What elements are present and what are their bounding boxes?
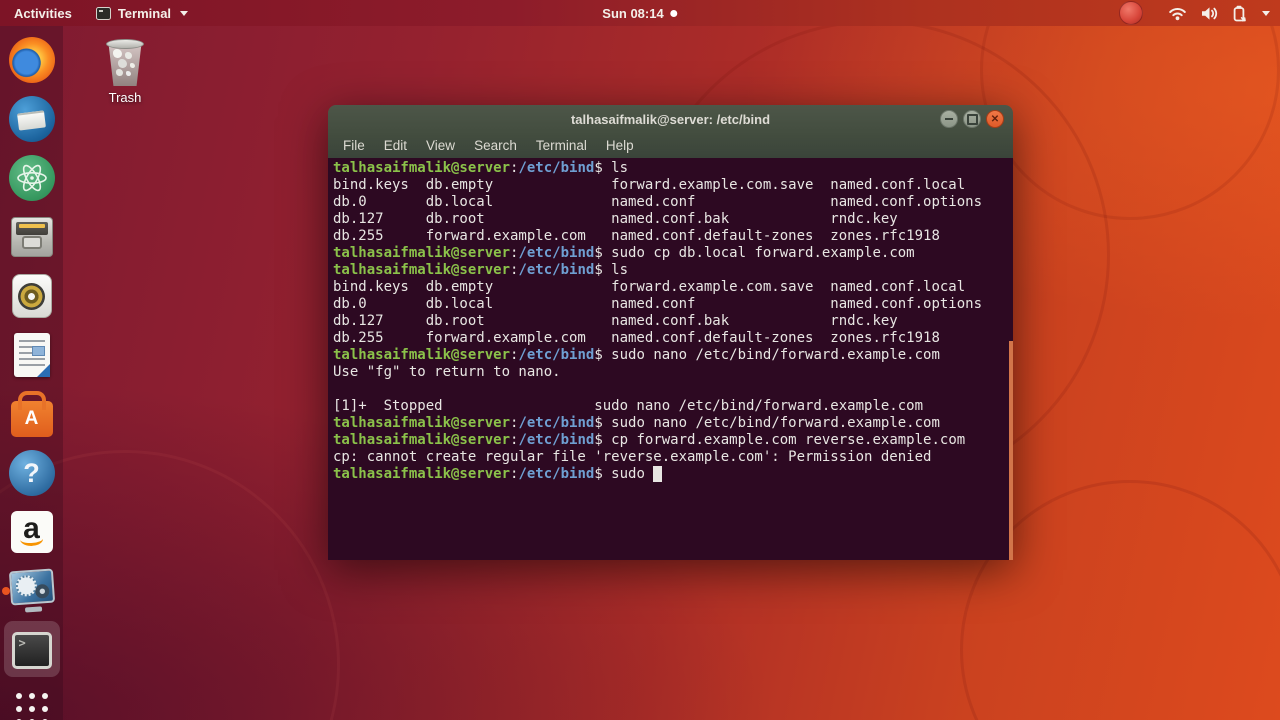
scrollbar-thumb[interactable] bbox=[1009, 341, 1013, 560]
terminal-output[interactable]: talhasaifmalik@server:/etc/bind$ ls bind.… bbox=[328, 158, 1013, 560]
system-menu-caret-icon[interactable] bbox=[1262, 10, 1270, 16]
dock-item-videos[interactable] bbox=[1, 562, 63, 620]
menu-search[interactable]: Search bbox=[474, 138, 517, 153]
trash-desktop-icon[interactable]: Trash bbox=[96, 38, 154, 105]
dock-item-thunderbird[interactable] bbox=[1, 90, 63, 148]
notification-dot-icon bbox=[670, 9, 678, 17]
show-applications-icon bbox=[15, 693, 48, 720]
dock-item-firefox[interactable] bbox=[1, 31, 63, 89]
window-title: talhasaifmalik@server: /etc/bind bbox=[570, 111, 771, 127]
maximize-button[interactable] bbox=[963, 110, 981, 128]
dock-item-amazon[interactable] bbox=[1, 503, 63, 561]
dock-item-libreoffice-writer[interactable] bbox=[1, 326, 63, 384]
clock-button[interactable]: Sun 08:14 bbox=[602, 0, 678, 26]
app-menu-label: Terminal bbox=[117, 5, 172, 21]
rhythmbox-icon bbox=[11, 274, 52, 318]
volume-icon[interactable] bbox=[1200, 6, 1219, 21]
thunderbird-icon bbox=[8, 96, 55, 142]
firefox-icon bbox=[8, 37, 55, 83]
dock-item-atom[interactable] bbox=[1, 149, 63, 207]
terminal-line: talhasaifmalik@server:/etc/bind$ ls bbox=[333, 160, 629, 176]
terminal-line: cp: cannot create regular file 'reverse.… bbox=[333, 449, 932, 465]
dock-item-rhythmbox[interactable] bbox=[1, 267, 63, 325]
activities-button[interactable]: Activities bbox=[0, 0, 86, 26]
dock-item-help[interactable] bbox=[1, 444, 63, 502]
dock-item-terminal[interactable] bbox=[1, 621, 63, 679]
menu-terminal[interactable]: Terminal bbox=[536, 138, 587, 153]
window-header: talhasaifmalik@server: /etc/bind File Ed… bbox=[328, 105, 1013, 158]
terminal-line: db.127 db.root named.conf.bak rndc.key bbox=[333, 211, 898, 227]
dock-item-ubuntu-software[interactable] bbox=[1, 385, 63, 443]
activities-label: Activities bbox=[14, 5, 72, 21]
wifi-icon[interactable] bbox=[1168, 6, 1187, 21]
dock-item-show-applications[interactable] bbox=[1, 680, 63, 720]
terminal-line: talhasaifmalik@server:/etc/bind$ sudo na… bbox=[333, 415, 940, 431]
record-indicator-icon bbox=[1119, 1, 1143, 25]
terminal-app-icon bbox=[95, 6, 111, 20]
terminal-window: talhasaifmalik@server: /etc/bind File Ed… bbox=[328, 105, 1013, 560]
terminal-line: db.0 db.local named.conf named.conf.opti… bbox=[333, 296, 983, 312]
menu-view[interactable]: View bbox=[426, 138, 455, 153]
caret-down-icon bbox=[180, 10, 189, 16]
close-button[interactable] bbox=[986, 110, 1004, 128]
terminal-line: talhasaifmalik@server:/etc/bind$ sudo na… bbox=[333, 347, 940, 363]
dock bbox=[0, 26, 63, 720]
terminal-line: db.0 db.local named.conf named.conf.opti… bbox=[333, 194, 983, 210]
wallpaper-circle-decor bbox=[980, 0, 1280, 220]
atom-icon bbox=[8, 155, 55, 201]
trash-icon bbox=[104, 38, 146, 86]
videos-icon bbox=[8, 568, 55, 613]
terminal-line: talhasaifmalik@server:/etc/bind$ sudo cp… bbox=[333, 245, 915, 261]
terminal-line: talhasaifmalik@server:/etc/bind$ ls bbox=[333, 262, 629, 278]
minimize-button[interactable] bbox=[940, 110, 958, 128]
running-indicator-dot bbox=[1, 587, 10, 595]
terminal-line: Use "fg" to return to nano. bbox=[333, 364, 561, 380]
terminal-line: db.255 forward.example.com named.conf.de… bbox=[333, 330, 940, 346]
window-menubar: File Edit View Search Terminal Help bbox=[328, 133, 1013, 158]
dock-item-files[interactable] bbox=[1, 208, 63, 266]
terminal-line: bind.keys db.empty forward.example.com.s… bbox=[333, 279, 966, 295]
files-icon bbox=[10, 217, 53, 257]
ubuntu-software-icon bbox=[10, 400, 53, 437]
terminal-line: [1]+ Stopped sudo nano /etc/bind/forward… bbox=[333, 398, 924, 414]
top-bar: Activities Terminal Sun 08:14 bbox=[0, 0, 1280, 26]
terminal-line: db.127 db.root named.conf.bak rndc.key bbox=[333, 313, 898, 329]
menu-help[interactable]: Help bbox=[606, 138, 634, 153]
libreoffice-writer-icon bbox=[13, 333, 50, 377]
clock-text: Sun 08:14 bbox=[602, 5, 664, 21]
menu-file[interactable]: File bbox=[343, 138, 365, 153]
terminal-line: talhasaifmalik@server:/etc/bind$ cp forw… bbox=[333, 432, 966, 448]
terminal-line: talhasaifmalik@server:/etc/bind$ sudo bbox=[333, 466, 1013, 483]
amazon-icon bbox=[10, 511, 53, 553]
desktop: Activities Terminal Sun 08:14 A ? a > Tr… bbox=[0, 0, 1280, 720]
terminal-line: bind.keys db.empty forward.example.com.s… bbox=[333, 177, 966, 193]
menu-edit[interactable]: Edit bbox=[384, 138, 407, 153]
trash-label: Trash bbox=[108, 90, 142, 105]
terminal-icon bbox=[11, 631, 52, 669]
window-titlebar[interactable]: talhasaifmalik@server: /etc/bind bbox=[328, 105, 1013, 133]
app-menu-button[interactable]: Terminal bbox=[86, 0, 198, 26]
help-icon bbox=[8, 450, 55, 496]
terminal-line: db.255 forward.example.com named.conf.de… bbox=[333, 228, 940, 244]
battery-icon[interactable] bbox=[1232, 5, 1247, 22]
